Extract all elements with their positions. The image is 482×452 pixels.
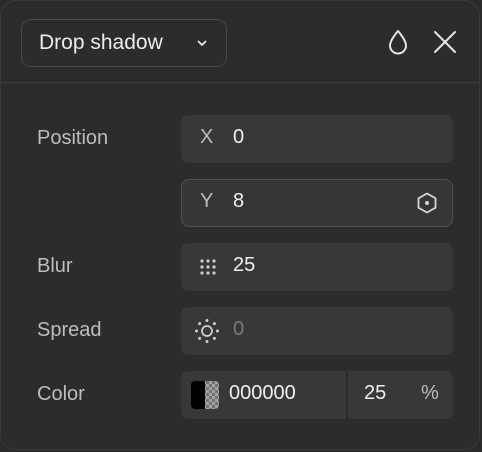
variable-hex-icon[interactable] bbox=[415, 191, 439, 215]
color-label: Color bbox=[37, 383, 85, 405]
position-y-field[interactable]: Y 8 bbox=[181, 179, 453, 227]
position-label: Position bbox=[37, 127, 109, 149]
chevron-down-icon bbox=[197, 40, 207, 46]
spread-field[interactable]: 0 bbox=[181, 307, 453, 355]
percent-unit: % bbox=[421, 382, 439, 404]
x-axis-label: X bbox=[200, 126, 214, 148]
color-hex-input[interactable]: 000000 bbox=[229, 382, 296, 405]
effect-type-label: Drop shadow bbox=[39, 31, 163, 54]
droplet-icon[interactable] bbox=[384, 28, 412, 56]
blur-dots-icon bbox=[200, 259, 216, 275]
color-swatch[interactable] bbox=[191, 381, 219, 409]
color-divider bbox=[346, 371, 348, 419]
color-field: 000000 25 % bbox=[181, 371, 453, 419]
position-x-value[interactable]: 0 bbox=[233, 126, 244, 149]
panel-header: Drop shadow bbox=[1, 1, 479, 83]
y-axis-label: Y bbox=[200, 190, 214, 212]
effect-type-dropdown[interactable]: Drop shadow bbox=[21, 19, 227, 67]
spread-label: Spread bbox=[37, 319, 102, 341]
blur-field[interactable]: 25 bbox=[181, 243, 453, 291]
opacity-input[interactable]: 25 bbox=[364, 382, 386, 405]
close-icon[interactable] bbox=[431, 28, 459, 56]
sun-icon bbox=[195, 319, 219, 343]
blur-value[interactable]: 25 bbox=[233, 254, 255, 277]
position-y-value[interactable]: 8 bbox=[233, 190, 244, 213]
position-x-field[interactable]: X 0 bbox=[181, 115, 453, 163]
blur-label: Blur bbox=[37, 255, 73, 277]
shadow-effect-panel: Drop shadow Position X 0 Y 8 Blur 25 Spr… bbox=[0, 0, 480, 450]
spread-value[interactable]: 0 bbox=[233, 318, 244, 341]
